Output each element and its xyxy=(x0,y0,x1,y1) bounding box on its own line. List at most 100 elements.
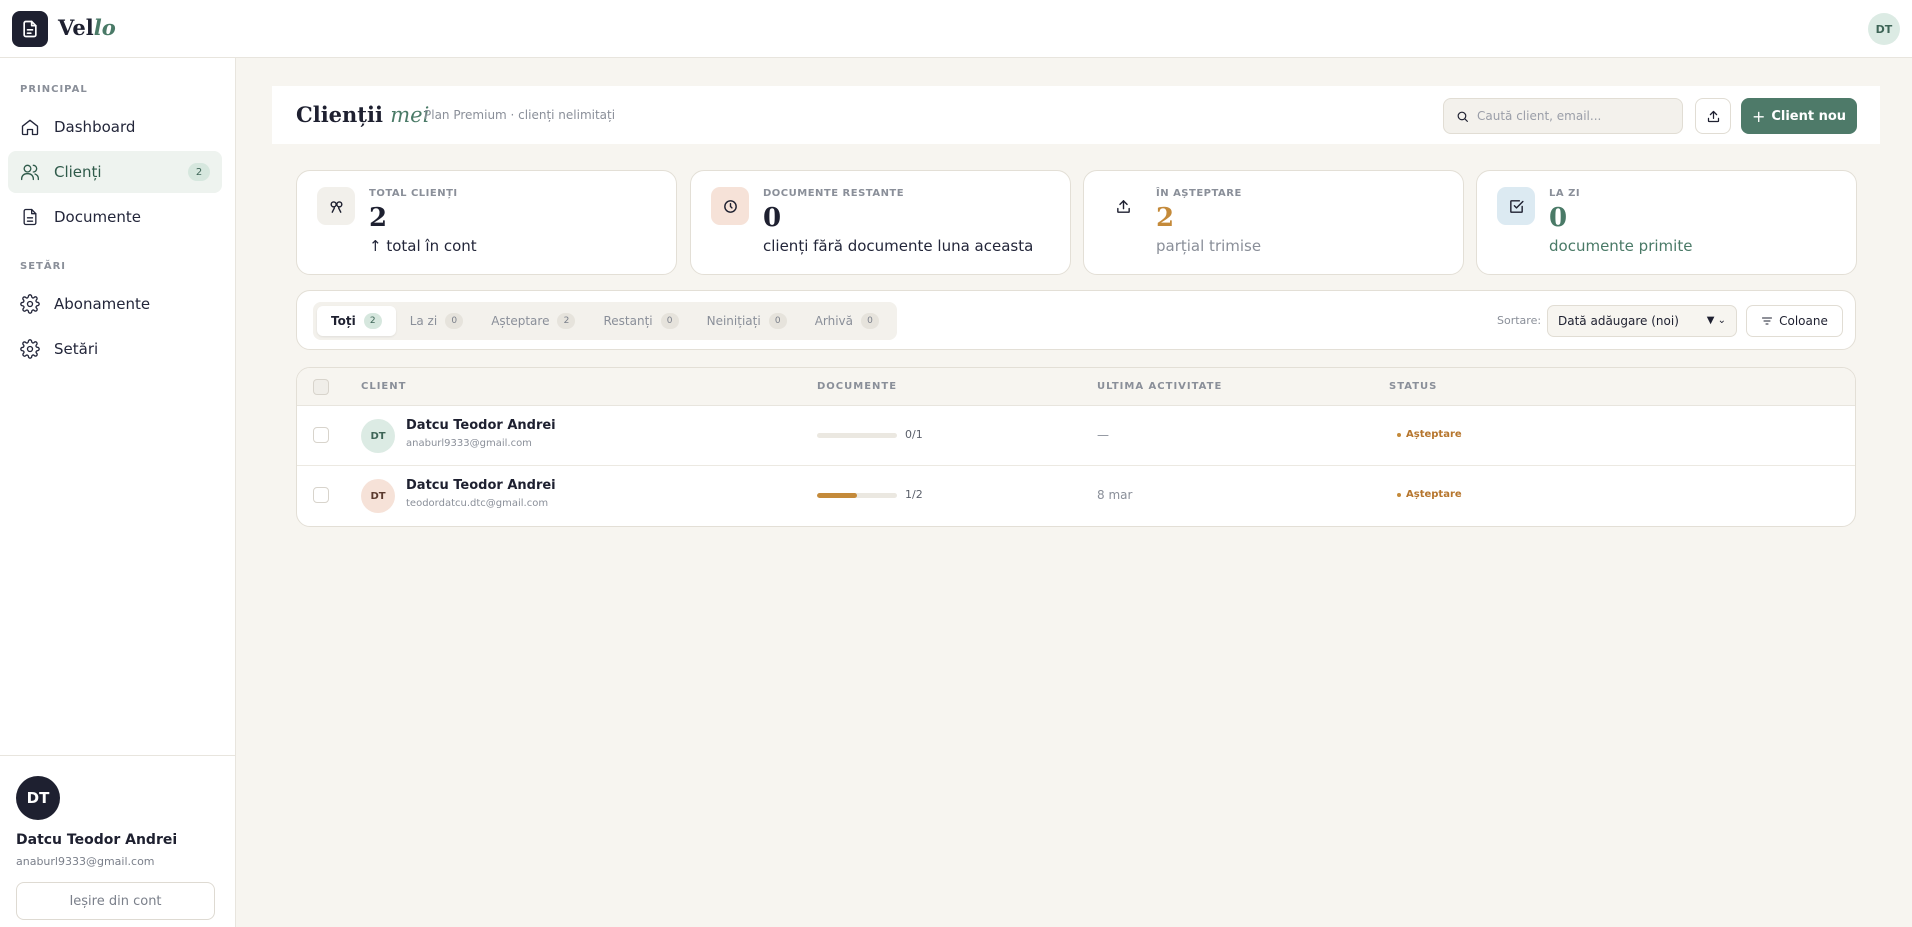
stat-sub: clienți fără documente luna aceasta xyxy=(763,237,1034,255)
filter-bar: Toți 2 La zi 0 Așteptare 2 Restanți 0 Neiniț… xyxy=(296,290,1856,350)
stat-card-pending: ÎN AȘTEPTARE 2 parțial trimise xyxy=(1083,170,1464,275)
columns-button[interactable]: Coloane xyxy=(1746,305,1843,337)
tab-count: 0 xyxy=(445,313,464,329)
sidebar: PRINCIPAL Dashboard Clienți 2 Documente … xyxy=(0,58,236,927)
column-header-status[interactable]: STATUS xyxy=(1389,381,1437,392)
stat-label: ÎN AȘTEPTARE xyxy=(1156,188,1242,199)
stat-label: DOCUMENTE RESTANTE xyxy=(763,188,905,199)
column-header-client[interactable]: CLIENT xyxy=(361,381,406,392)
client-name[interactable]: Datcu Teodor Andrei xyxy=(406,478,556,493)
search-icon xyxy=(1457,111,1468,122)
stat-label: LA ZI xyxy=(1549,188,1581,199)
filter-lines-icon xyxy=(1762,317,1773,325)
stat-value: 2 xyxy=(1156,203,1175,233)
column-header-last-activity[interactable]: ULTIMA ACTIVITATE xyxy=(1097,381,1222,392)
tab-not-started[interactable]: Neinițiați 0 xyxy=(693,306,801,336)
stat-sub: parțial trimise xyxy=(1156,237,1262,255)
tab-all[interactable]: Toți 2 xyxy=(317,306,396,336)
filter-tabs: Toți 2 La zi 0 Așteptare 2 Restanți 0 Neiniț… xyxy=(313,302,898,340)
gear-icon xyxy=(20,294,40,314)
section-label-settings: SETĂRI xyxy=(20,261,67,272)
client-email: anaburl9333@gmail.com xyxy=(406,438,532,449)
sidebar-item-label: Clienți xyxy=(54,163,102,181)
stat-value: 0 xyxy=(763,203,782,233)
last-activity: — xyxy=(1097,428,1109,442)
avatar: DT xyxy=(361,479,395,513)
stat-icon-bg xyxy=(1497,187,1535,225)
select-all-checkbox[interactable] xyxy=(313,379,329,395)
clients-icon xyxy=(329,200,343,213)
stat-value: 2 xyxy=(369,203,388,233)
plus-icon: + xyxy=(1751,106,1766,126)
tab-count: 0 xyxy=(660,313,679,329)
documents-count: 0/1 xyxy=(905,428,923,441)
stat-icon-bg xyxy=(1104,187,1142,225)
status-dot xyxy=(1397,492,1401,497)
tab-count: 0 xyxy=(861,313,880,329)
tab-pending[interactable]: Așteptare 2 xyxy=(477,306,589,336)
row-checkbox[interactable] xyxy=(313,427,329,443)
clients-count-badge: 2 xyxy=(188,163,210,181)
sidebar-item-documents[interactable]: Documente xyxy=(8,196,222,238)
user-avatar[interactable]: DT xyxy=(1868,13,1900,45)
page-title: Clienții mei xyxy=(296,102,430,127)
sidebar-item-settings[interactable]: Setări xyxy=(8,328,222,370)
avatar: DT xyxy=(16,776,60,820)
table-row[interactable]: DT Datcu Teodor Andrei anaburl9333@gmail… xyxy=(297,406,1855,466)
column-header-documents[interactable]: DOCUMENTE xyxy=(817,381,897,392)
table-header: CLIENT DOCUMENTE ULTIMA ACTIVITATE STATU… xyxy=(297,368,1855,406)
document-icon xyxy=(23,208,37,226)
tab-up-to-date[interactable]: La zi 0 xyxy=(396,306,478,336)
stat-sub: ↑ total în cont xyxy=(369,237,477,255)
new-client-button[interactable]: + Client nou xyxy=(1741,98,1857,134)
sidebar-item-subscriptions[interactable]: Abonamente xyxy=(8,283,222,325)
sidebar-item-dashboard[interactable]: Dashboard xyxy=(8,106,222,148)
sidebar-item-label: Documente xyxy=(54,208,141,226)
users-icon xyxy=(21,164,39,181)
avatar: DT xyxy=(361,419,395,453)
app-logo[interactable]: Vello xyxy=(58,15,116,40)
sidebar-item-clients[interactable]: Clienți 2 xyxy=(8,151,222,193)
logout-button[interactable]: Ieșire din cont xyxy=(16,882,215,920)
table-row[interactable]: DT Datcu Teodor Andrei teodordatcu.dtc@g… xyxy=(297,466,1855,526)
chevron-down-icon: ▼ ⌄ xyxy=(1706,315,1726,326)
sidebar-item-label: Dashboard xyxy=(54,118,136,136)
last-activity: 8 mar xyxy=(1097,488,1133,502)
tab-count: 2 xyxy=(363,313,382,329)
documents-count: 1/2 xyxy=(905,488,923,501)
sort-label: Sortare: xyxy=(1497,314,1542,327)
status-badge: Așteptare xyxy=(1397,429,1462,440)
clock-icon xyxy=(723,199,737,213)
plan-info: Plan Premium · clienți nelimitați xyxy=(424,108,616,122)
stat-label: TOTAL CLIENȚI xyxy=(369,188,458,199)
logo-icon[interactable] xyxy=(12,11,48,47)
page-header: Clienții mei Plan Premium · clienți neli… xyxy=(272,86,1880,144)
tab-archive[interactable]: Arhivă 0 xyxy=(801,306,893,336)
stat-sub: documente primite xyxy=(1549,237,1693,255)
search-box[interactable] xyxy=(1443,98,1683,134)
user-name: Datcu Teodor Andrei xyxy=(16,832,178,848)
sidebar-item-label: Setări xyxy=(54,340,99,358)
stat-card-total-clients: TOTAL CLIENȚI 2 ↑ total în cont xyxy=(296,170,677,275)
row-checkbox[interactable] xyxy=(313,487,329,503)
tab-overdue[interactable]: Restanți 0 xyxy=(589,306,692,336)
sort-select[interactable]: Dată adăugare (noi) ▼ ⌄ xyxy=(1547,305,1737,337)
client-email: teodordatcu.dtc@gmail.com xyxy=(406,498,549,509)
sidebar-user-panel: DT Datcu Teodor Andrei anaburl9333@gmail… xyxy=(0,755,236,927)
stat-icon-bg xyxy=(317,187,355,225)
stat-icon-bg xyxy=(711,187,749,225)
export-button[interactable] xyxy=(1695,98,1731,134)
home-icon xyxy=(21,119,39,136)
tab-count: 2 xyxy=(557,313,576,329)
search-input[interactable] xyxy=(1477,109,1667,123)
gear-icon xyxy=(20,339,40,359)
section-label-principal: PRINCIPAL xyxy=(20,84,88,95)
documents-progress-bar xyxy=(817,433,897,438)
user-email: anaburl9333@gmail.com xyxy=(16,855,155,868)
stat-card-overdue-documents: DOCUMENTE RESTANTE 0 clienți fără docume… xyxy=(690,170,1071,275)
progress-fill xyxy=(817,493,857,498)
status-dot xyxy=(1397,432,1401,437)
upload-icon xyxy=(1116,199,1130,213)
client-name[interactable]: Datcu Teodor Andrei xyxy=(406,418,556,433)
stat-card-up-to-date: LA ZI 0 documente primite xyxy=(1476,170,1857,275)
